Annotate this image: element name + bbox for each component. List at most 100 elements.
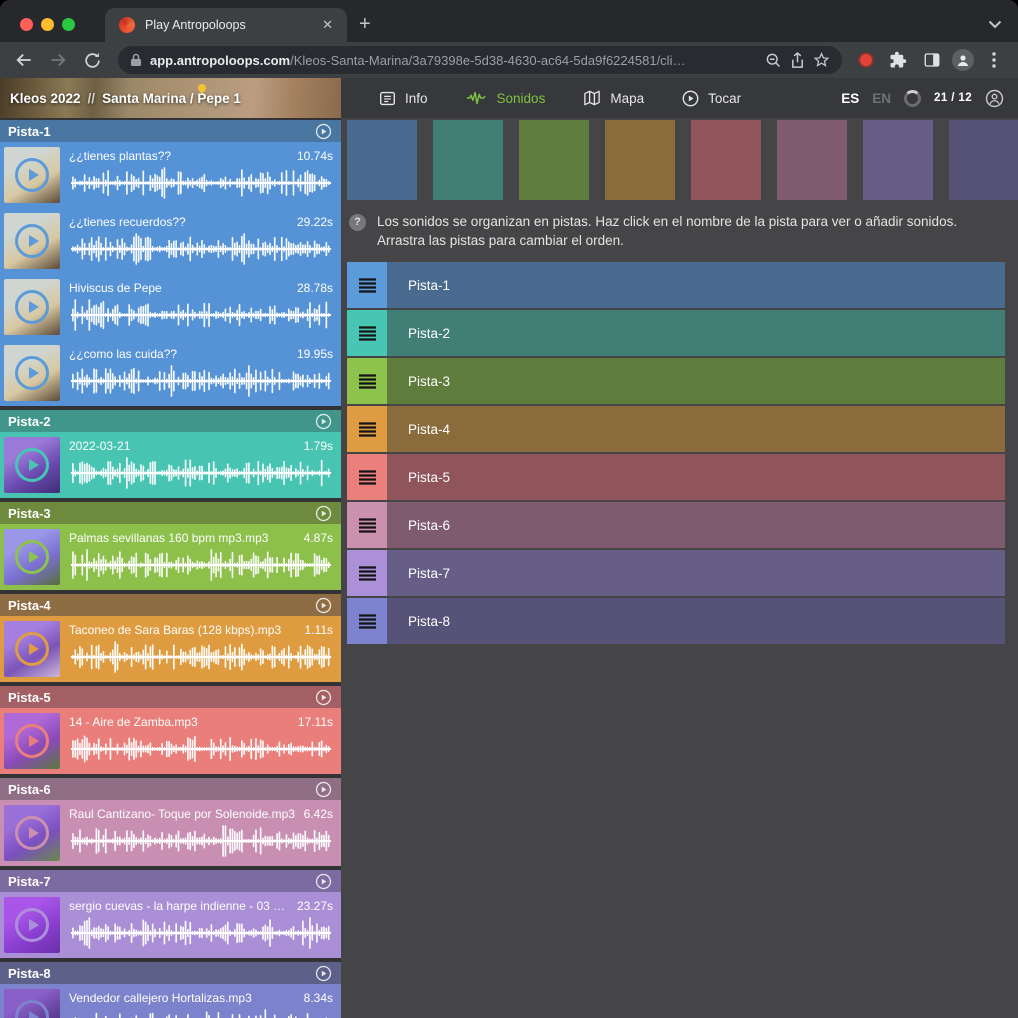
clip-play-triangle-icon[interactable] — [29, 735, 39, 747]
close-window-button[interactable] — [20, 18, 33, 31]
track-row[interactable]: Pista-7 — [347, 550, 1005, 596]
tab-mapa[interactable]: Mapa — [567, 78, 660, 118]
track-row-bar[interactable]: Pista-7 — [387, 550, 1005, 596]
browser-tab[interactable]: Play Antropoloops ✕ — [105, 8, 347, 42]
clip-thumbnail[interactable] — [4, 213, 60, 269]
track-header[interactable]: Pista-8 — [0, 962, 341, 984]
side-panel-icon[interactable] — [918, 46, 946, 74]
language-es[interactable]: ES — [841, 91, 859, 106]
audio-clip[interactable]: 14 - Aire de Zamba.mp3 17.11s — [0, 708, 341, 774]
zoom-out-icon[interactable] — [765, 52, 782, 69]
back-icon[interactable] — [10, 46, 38, 74]
track-color-swatch[interactable] — [519, 120, 589, 200]
track-row-bar[interactable]: Pista-3 — [387, 358, 1005, 404]
track-play-button-icon[interactable] — [315, 505, 332, 522]
lock-icon[interactable] — [130, 53, 142, 67]
reload-icon[interactable] — [78, 46, 106, 74]
address-bar[interactable]: app.antropoloops.com/Kleos-Santa-Marina/… — [118, 46, 842, 74]
audio-clip[interactable]: Hiviscus de Pepe 28.78s — [0, 274, 341, 340]
clip-play-triangle-icon[interactable] — [29, 551, 39, 563]
track-play-button-icon[interactable] — [315, 413, 332, 430]
track-header[interactable]: Pista-1 — [0, 120, 341, 142]
tab-sonidos[interactable]: Sonidos — [450, 78, 562, 118]
audio-clip[interactable]: sergio cuevas - la harpe indienne - 03 -… — [0, 892, 341, 958]
url-text[interactable]: app.antropoloops.com/Kleos-Santa-Marina/… — [150, 53, 757, 68]
clip-thumbnail[interactable] — [4, 529, 60, 585]
minimize-window-button[interactable] — [41, 18, 54, 31]
clip-play-triangle-icon[interactable] — [29, 919, 39, 931]
clip-play-triangle-icon[interactable] — [29, 459, 39, 471]
track-row[interactable]: Pista-4 — [347, 406, 1005, 452]
drag-handle-icon[interactable] — [347, 406, 387, 452]
drag-handle-icon[interactable] — [347, 454, 387, 500]
track-row[interactable]: Pista-1 — [347, 262, 1005, 308]
track-play-button-icon[interactable] — [315, 689, 332, 706]
clip-play-triangle-icon[interactable] — [29, 301, 39, 313]
clip-thumbnail[interactable] — [4, 989, 60, 1018]
audio-clip[interactable]: ¿¿tienes plantas?? 10.74s — [0, 142, 341, 208]
language-en[interactable]: EN — [872, 91, 891, 106]
tab-close-icon[interactable]: ✕ — [318, 15, 337, 35]
track-row-bar[interactable]: Pista-1 — [387, 262, 1005, 308]
track-color-swatch[interactable] — [949, 120, 1018, 200]
clip-play-triangle-icon[interactable] — [29, 827, 39, 839]
track-row[interactable]: Pista-3 — [347, 358, 1005, 404]
clip-play-triangle-icon[interactable] — [29, 235, 39, 247]
recording-extension-icon[interactable] — [858, 52, 874, 68]
breadcrumb[interactable]: Kleos 2022 // Santa Marina / Pepe 1 — [0, 78, 341, 118]
audio-clip[interactable]: ¿¿tienes recuerdos?? 29.22s — [0, 208, 341, 274]
track-play-button-icon[interactable] — [315, 123, 332, 140]
clip-play-triangle-icon[interactable] — [29, 367, 39, 379]
share-icon[interactable] — [790, 52, 805, 69]
audio-clip[interactable]: ¿¿como las cuida?? 19.95s — [0, 340, 341, 406]
track-header[interactable]: Pista-3 — [0, 502, 341, 524]
track-row[interactable]: Pista-6 — [347, 502, 1005, 548]
track-play-button-icon[interactable] — [315, 781, 332, 798]
track-header[interactable]: Pista-2 — [0, 410, 341, 432]
forward-icon[interactable] — [44, 46, 72, 74]
tab-info[interactable]: Info — [363, 78, 444, 118]
drag-handle-icon[interactable] — [347, 598, 387, 644]
clip-play-triangle-icon[interactable] — [29, 643, 39, 655]
account-icon[interactable] — [985, 89, 1004, 108]
clip-thumbnail[interactable] — [4, 279, 60, 335]
track-header[interactable]: Pista-5 — [0, 686, 341, 708]
track-color-swatch[interactable] — [605, 120, 675, 200]
clip-thumbnail[interactable] — [4, 897, 60, 953]
track-play-button-icon[interactable] — [315, 873, 332, 890]
browser-menu-kebab-icon[interactable] — [980, 46, 1008, 74]
breadcrumb-project[interactable]: Kleos 2022 — [10, 91, 81, 106]
track-play-button-icon[interactable] — [315, 965, 332, 982]
tab-search-chevron-icon[interactable] — [988, 14, 1002, 29]
track-row-bar[interactable]: Pista-6 — [387, 502, 1005, 548]
clip-thumbnail[interactable] — [4, 621, 60, 677]
drag-handle-icon[interactable] — [347, 550, 387, 596]
clip-play-triangle-icon[interactable] — [29, 169, 39, 181]
clip-thumbnail[interactable] — [4, 805, 60, 861]
drag-handle-icon[interactable] — [347, 262, 387, 308]
clip-thumbnail[interactable] — [4, 345, 60, 401]
audio-clip[interactable]: 2022-03-21 1.79s — [0, 432, 341, 498]
tab-tocar[interactable]: Tocar — [666, 78, 757, 118]
track-row-bar[interactable]: Pista-8 — [387, 598, 1005, 644]
bookmark-star-icon[interactable] — [813, 52, 830, 69]
track-play-button-icon[interactable] — [315, 597, 332, 614]
audio-clip[interactable]: Vendedor callejero Hortalizas.mp3 8.34s — [0, 984, 341, 1018]
track-row-bar[interactable]: Pista-5 — [387, 454, 1005, 500]
track-row[interactable]: Pista-8 — [347, 598, 1005, 644]
extensions-puzzle-icon[interactable] — [884, 46, 912, 74]
track-row[interactable]: Pista-5 — [347, 454, 1005, 500]
clip-thumbnail[interactable] — [4, 147, 60, 203]
track-color-swatch[interactable] — [433, 120, 503, 200]
track-header[interactable]: Pista-4 — [0, 594, 341, 616]
track-color-swatch[interactable] — [777, 120, 847, 200]
track-color-swatch[interactable] — [347, 120, 417, 200]
drag-handle-icon[interactable] — [347, 310, 387, 356]
track-row-bar[interactable]: Pista-2 — [387, 310, 1005, 356]
browser-profile-avatar[interactable] — [952, 49, 974, 71]
drag-handle-icon[interactable] — [347, 502, 387, 548]
fullscreen-window-button[interactable] — [62, 18, 75, 31]
audio-clip[interactable]: Palmas sevillanas 160 bpm mp3.mp3 4.87s — [0, 524, 341, 590]
track-row-bar[interactable]: Pista-4 — [387, 406, 1005, 452]
audio-clip[interactable]: Raul Cantizano- Toque por Solenoide.mp3 … — [0, 800, 341, 866]
